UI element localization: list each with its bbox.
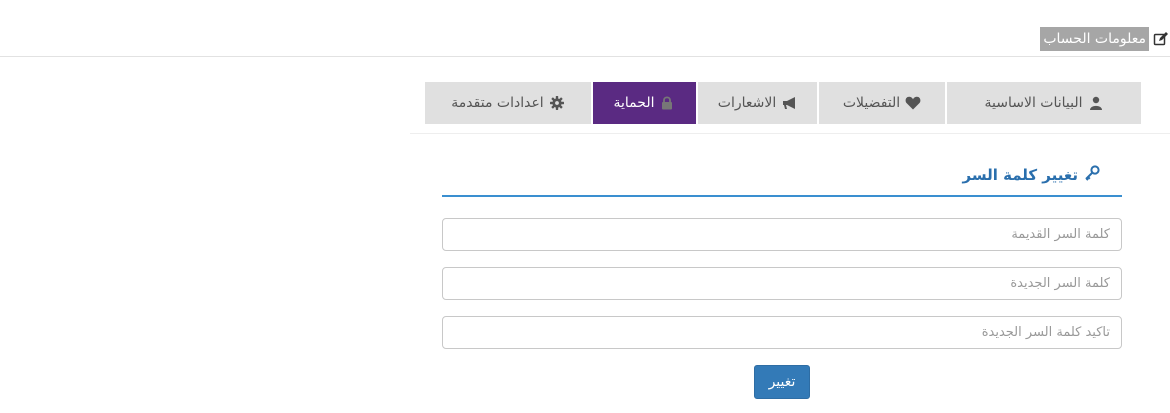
megaphone-icon — [781, 95, 797, 111]
page-title: معلومات الحساب — [1040, 27, 1149, 51]
lock-icon — [659, 95, 675, 111]
header-divider — [0, 56, 1170, 57]
confirm-password-input[interactable] — [442, 316, 1122, 349]
section-title: تغيير كلمة السر — [963, 165, 1102, 185]
tabs-divider — [410, 133, 1170, 134]
tab-label: التفضيلات — [842, 95, 901, 111]
tab-basic-info[interactable]: البيانات الاساسية — [947, 82, 1141, 124]
key-icon — [1083, 165, 1101, 185]
tab-label: اعدادات متقدمة — [451, 95, 544, 111]
tab-label: الحماية — [613, 95, 655, 111]
section-divider — [442, 195, 1122, 197]
new-password-input[interactable] — [442, 267, 1122, 300]
change-password-button[interactable]: تغيير — [754, 365, 810, 399]
tab-notifications[interactable]: الاشعارات — [698, 82, 817, 124]
page-root: معلومات الحساب البيانات الاساسية التفضيل… — [0, 0, 1170, 413]
page-header: معلومات الحساب — [1040, 27, 1170, 51]
heart-icon — [905, 95, 921, 111]
tab-preferences[interactable]: التفضيلات — [819, 82, 945, 124]
gear-icon — [549, 95, 565, 111]
user-icon — [1088, 95, 1104, 111]
tab-label: البيانات الاساسية — [984, 95, 1083, 111]
edit-icon — [1152, 30, 1170, 48]
section-title-text: تغيير كلمة السر — [962, 166, 1079, 184]
tab-label: الاشعارات — [717, 95, 777, 111]
old-password-input[interactable] — [442, 218, 1122, 251]
tab-security[interactable]: الحماية — [593, 82, 696, 124]
tab-bar: البيانات الاساسية التفضيلات الاشعارات ال… — [425, 82, 1141, 124]
tab-advanced-settings[interactable]: اعدادات متقدمة — [425, 82, 591, 124]
